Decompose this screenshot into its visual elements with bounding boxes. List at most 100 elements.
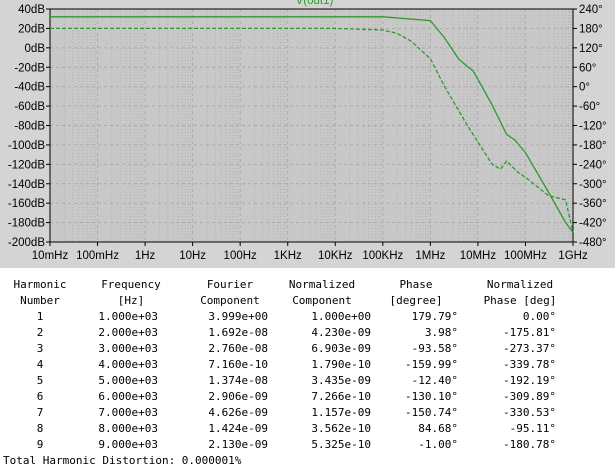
x-axis-label: 100mHz bbox=[76, 250, 119, 262]
cell-normalized-phase: -339.78° bbox=[503, 358, 556, 371]
left-axis-label: -20dB bbox=[14, 62, 45, 74]
cell-harmonic-number: 6 bbox=[36, 390, 44, 403]
cell-frequency: 2.000e+03 bbox=[98, 326, 158, 339]
x-axis-label: 10MHz bbox=[460, 250, 497, 262]
cell-fourier-component: 2.760e-08 bbox=[208, 342, 268, 355]
cell-harmonic-number: 7 bbox=[36, 406, 44, 419]
cell-harmonic-number: 5 bbox=[36, 374, 44, 387]
x-axis-label: 100Hz bbox=[224, 250, 257, 262]
left-axis-label: -120dB bbox=[8, 159, 45, 171]
bode-plot[interactable]: 40dB 240° 20dB 180° 0dB 120° -20dB 60° -40dB 0° -6… bbox=[0, 0, 615, 268]
x-axis-label: 1GHz bbox=[558, 250, 588, 262]
right-axis-label: -360° bbox=[579, 198, 607, 210]
plot-title: V(out1) bbox=[296, 0, 334, 7]
cell-normalized-phase: -175.81° bbox=[503, 326, 556, 339]
cell-normalized-component: 4.230e-09 bbox=[311, 326, 371, 339]
header-frequency: Frequency bbox=[101, 278, 161, 291]
cell-harmonic-number: 3 bbox=[36, 342, 44, 355]
left-axis-label: -80dB bbox=[14, 121, 45, 133]
cell-normalized-component: 5.325e-10 bbox=[311, 438, 371, 451]
right-axis-label: -240° bbox=[579, 159, 607, 171]
left-axis-label: 40dB bbox=[18, 4, 45, 16]
cell-normalized-phase: -273.37° bbox=[503, 342, 556, 355]
cell-fourier-component: 4.626e-09 bbox=[208, 406, 268, 419]
header-phase: Phase bbox=[399, 278, 433, 291]
cell-fourier-component: 1.424e-09 bbox=[208, 422, 268, 435]
left-axis-label: -180dB bbox=[8, 218, 45, 230]
fourier-header-line-1: Harmonic Frequency Fourier Normalized Ph… bbox=[0, 277, 554, 293]
cell-harmonic-number: 8 bbox=[36, 422, 44, 435]
cell-harmonic-number: 9 bbox=[36, 438, 44, 451]
fourier-header-line-2: Number [Hz] Component Component [degree]… bbox=[0, 293, 556, 309]
right-axis-label: -480° bbox=[579, 237, 607, 249]
cell-frequency: 9.000e+03 bbox=[98, 438, 158, 451]
cell-normalized-component: 1.000e+00 bbox=[311, 310, 371, 323]
cell-fourier-component: 2.906e-09 bbox=[208, 390, 268, 403]
x-axis-label: 10mHz bbox=[32, 250, 69, 262]
cell-phase: -12.40° bbox=[411, 374, 458, 387]
left-axis-label: 20dB bbox=[18, 23, 45, 35]
cell-fourier-component: 2.130e-09 bbox=[208, 438, 268, 451]
right-axis-label: -120° bbox=[579, 121, 607, 133]
cell-phase: 3.98° bbox=[424, 326, 458, 339]
cell-fourier-component: 7.160e-10 bbox=[208, 358, 268, 371]
header-number: Number bbox=[20, 294, 60, 307]
cell-normalized-component: 1.157e-09 bbox=[311, 406, 371, 419]
cell-harmonic-number: 2 bbox=[36, 326, 44, 339]
left-axis-label: 0dB bbox=[25, 43, 46, 55]
x-axis-label: 10Hz bbox=[179, 250, 206, 262]
cell-normalized-phase: -330.53° bbox=[503, 406, 556, 419]
cell-normalized-phase: -192.19° bbox=[503, 374, 556, 387]
cell-fourier-component: 1.374e-08 bbox=[208, 374, 268, 387]
header-phase-deg: Phase [deg] bbox=[483, 294, 557, 307]
cell-frequency: 7.000e+03 bbox=[98, 406, 158, 419]
cell-phase: -150.74° bbox=[405, 406, 458, 419]
cell-normalized-phase: 0.00° bbox=[522, 310, 556, 323]
fourier-output: Harmonic Frequency Fourier Normalized Ph… bbox=[0, 277, 615, 474]
cell-frequency: 1.000e+03 bbox=[98, 310, 158, 323]
x-axis-label: 10KHz bbox=[318, 250, 353, 262]
cell-phase: -130.10° bbox=[405, 390, 458, 403]
x-axis-label: 100KHz bbox=[362, 250, 403, 262]
left-axis-label: -140dB bbox=[8, 179, 45, 191]
right-axis-label: 0° bbox=[579, 82, 590, 94]
cell-normalized-phase: -95.11° bbox=[509, 422, 556, 435]
cell-phase: 84.68° bbox=[418, 422, 458, 435]
cell-phase: -1.00° bbox=[418, 438, 458, 451]
cell-harmonic-number: 4 bbox=[36, 358, 44, 371]
cell-frequency: 5.000e+03 bbox=[98, 374, 158, 387]
cell-phase: -159.99° bbox=[405, 358, 458, 371]
cell-normalized-component: 3.562e-10 bbox=[311, 422, 371, 435]
cell-normalized-component: 6.903e-09 bbox=[311, 342, 371, 355]
cell-frequency: 8.000e+03 bbox=[98, 422, 158, 435]
cell-normalized-phase: -180.78° bbox=[503, 438, 556, 451]
cell-normalized-component: 1.790e-10 bbox=[311, 358, 371, 371]
left-axis-label: -100dB bbox=[8, 140, 45, 152]
right-axis-label: -180° bbox=[579, 140, 607, 152]
cell-normalized-phase: -309.89° bbox=[503, 390, 556, 403]
header-fourier: Fourier bbox=[206, 278, 254, 291]
header-normalized-phase: Normalized bbox=[486, 278, 554, 291]
cell-normalized-component: 3.435e-09 bbox=[311, 374, 371, 387]
right-axis-label: 180° bbox=[579, 23, 603, 35]
header-component: Component bbox=[200, 294, 260, 307]
right-axis-label: -60° bbox=[579, 101, 600, 113]
x-axis-label: 1Hz bbox=[135, 250, 156, 262]
bode-plot-panel[interactable]: 40dB 240° 20dB 180° 0dB 120° -20dB 60° -40dB 0° -6… bbox=[0, 0, 615, 268]
left-axis-label: -160dB bbox=[8, 198, 45, 210]
left-axis-label: -60dB bbox=[14, 101, 45, 113]
thd-line: Total Harmonic Distortion: 0.000001% bbox=[3, 454, 242, 467]
cell-frequency: 4.000e+03 bbox=[98, 358, 158, 371]
cell-frequency: 3.000e+03 bbox=[98, 342, 158, 355]
right-axis-label: -420° bbox=[579, 218, 607, 230]
right-axis-label: 240° bbox=[579, 4, 603, 16]
x-axis-label: 1KHz bbox=[274, 250, 302, 262]
cell-fourier-component: 1.692e-08 bbox=[208, 326, 268, 339]
left-axis-label: -200dB bbox=[8, 237, 45, 249]
header-degree: [degree] bbox=[389, 294, 443, 307]
header-normalized: Normalized bbox=[288, 278, 356, 291]
cell-harmonic-number: 1 bbox=[36, 310, 44, 323]
right-axis-label: 120° bbox=[579, 43, 603, 55]
cell-frequency: 6.000e+03 bbox=[98, 390, 158, 403]
header-normalized-component: Component bbox=[292, 294, 352, 307]
